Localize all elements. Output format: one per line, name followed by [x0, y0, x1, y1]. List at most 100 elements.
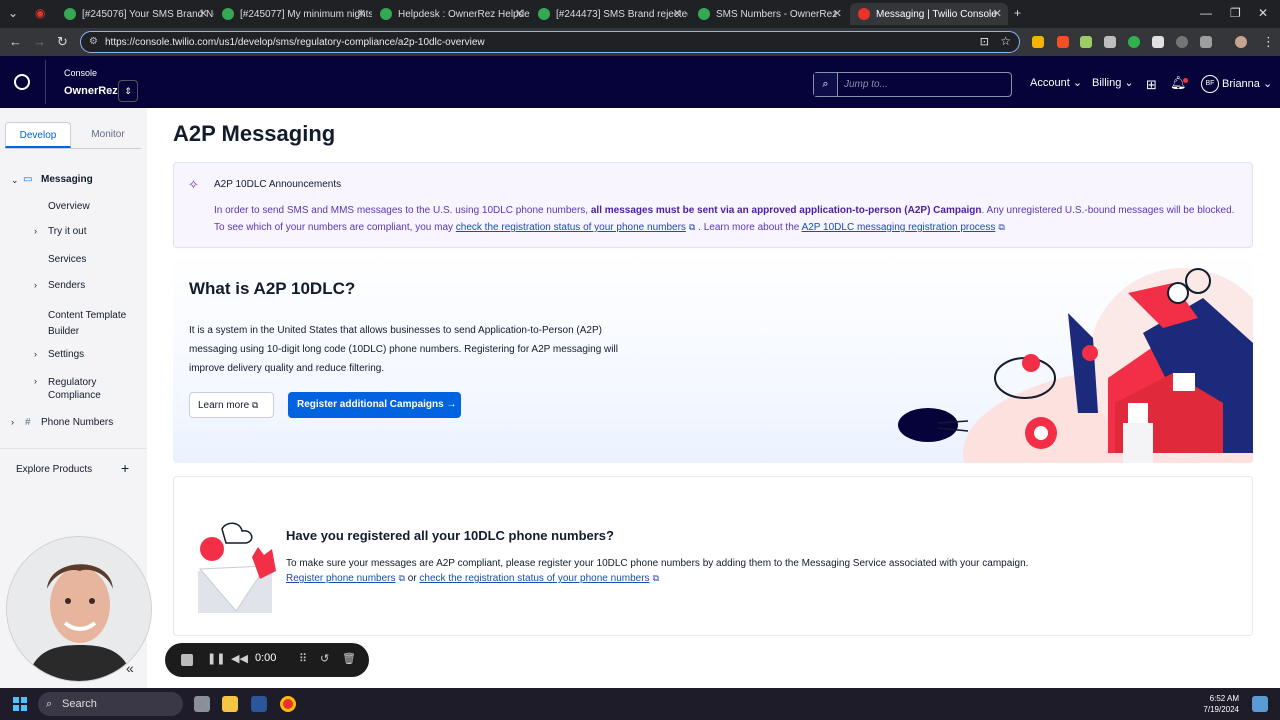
- sidebar-section-messaging[interactable]: Messaging: [41, 174, 93, 185]
- announcement-banner: ✧ A2P 10DLC Announcements In order to se…: [173, 162, 1253, 248]
- extension-icon[interactable]: [1080, 36, 1092, 48]
- task-view-icon[interactable]: [194, 696, 210, 712]
- avatar[interactable]: BF: [1201, 75, 1219, 93]
- tab-search-icon[interactable]: ⌄: [8, 6, 18, 20]
- sidebar-item-settings[interactable]: Settings: [48, 349, 84, 360]
- site-info-icon[interactable]: ⚙: [89, 36, 98, 47]
- taskbar-search[interactable]: ⌕ Search: [38, 692, 183, 716]
- address-bar[interactable]: ⚙ https://console.twilio.com/us1/develop…: [80, 31, 1020, 53]
- chevron-right-icon[interactable]: ›: [34, 349, 37, 359]
- grip-icon[interactable]: ⠿: [299, 652, 307, 665]
- chrome-icon[interactable]: [280, 696, 296, 712]
- messaging-icon: ▭: [23, 174, 33, 185]
- user-menu[interactable]: Brianna ⌄: [1222, 77, 1272, 90]
- browser-menu-icon[interactable]: ⋮: [1262, 34, 1275, 50]
- clock-time: 6:52 AM: [1209, 694, 1239, 703]
- close-icon[interactable]: ✕: [199, 7, 208, 20]
- sidebar-item-senders[interactable]: Senders: [48, 280, 85, 291]
- recorder-toolbar: ❚❚ ◀◀ 0:00 ⠿ ↺ 🗑︎: [165, 643, 369, 677]
- chevron-right-icon[interactable]: ›: [34, 280, 37, 290]
- account-menu[interactable]: Account ⌄: [1030, 76, 1082, 89]
- minimize-icon[interactable]: —: [1200, 6, 1212, 20]
- sidebar-item-try-it-out[interactable]: Try it out: [48, 226, 87, 237]
- copilot-icon[interactable]: [1252, 696, 1268, 712]
- sidebar-item-regulatory-compliance[interactable]: Regulatory Compliance: [48, 376, 128, 402]
- url-text: https://console.twilio.com/us1/develop/s…: [105, 36, 485, 48]
- browser-tab[interactable]: [#245077] My minimum nights ✕: [214, 3, 372, 25]
- browser-tab[interactable]: [#245076] Your SMS Brand Nee ✕: [56, 3, 214, 25]
- bookmark-star-icon[interactable]: ☆: [1000, 34, 1011, 48]
- tab-title: [#244473] SMS Brand rejected: [556, 8, 688, 20]
- close-icon[interactable]: ✕: [515, 7, 524, 20]
- windows-start-icon[interactable]: [13, 697, 27, 711]
- chevron-right-icon[interactable]: ›: [34, 376, 37, 386]
- account-switcher-icon[interactable]: ⇕: [118, 80, 138, 102]
- what-is-a2p-card: What is A2P 10DLC? It is a system in the…: [173, 253, 1253, 463]
- collapse-icon[interactable]: «: [126, 660, 134, 676]
- pause-icon[interactable]: ❚❚: [207, 652, 225, 665]
- learn-more-label: Learn more: [198, 400, 250, 411]
- tab-monitor[interactable]: Monitor: [78, 122, 138, 148]
- sidebar-item-services[interactable]: Services: [48, 254, 86, 265]
- close-icon[interactable]: ✕: [833, 7, 842, 20]
- learn-more-button[interactable]: Learn more ⧉: [189, 392, 274, 418]
- extension-icon[interactable]: [1057, 36, 1069, 48]
- clock[interactable]: 6:52 AM 7/19/2024: [1191, 693, 1239, 715]
- close-icon[interactable]: ✕: [673, 7, 682, 20]
- tab-favicon-icon: [698, 8, 710, 20]
- extension-icon[interactable]: [1152, 36, 1164, 48]
- reload-icon[interactable]: ↻: [57, 34, 68, 50]
- profile-avatar-icon[interactable]: [1235, 36, 1247, 48]
- billing-menu[interactable]: Billing ⌄: [1092, 76, 1134, 89]
- search-icon[interactable]: ⌕: [814, 73, 838, 96]
- file-explorer-icon[interactable]: [222, 696, 238, 712]
- extension-icon[interactable]: [1032, 36, 1044, 48]
- extensions-puzzle-icon[interactable]: [1200, 36, 1212, 48]
- tab-title: SMS Numbers - OwnerRez: [716, 8, 838, 20]
- twilio-logo-icon[interactable]: [14, 74, 30, 90]
- extension-icon[interactable]: [1176, 36, 1188, 48]
- browser-tab[interactable]: SMS Numbers - OwnerRez ✕: [690, 3, 848, 25]
- back-icon[interactable]: ←: [9, 34, 22, 49]
- extension-icon[interactable]: [1128, 36, 1140, 48]
- tab-favicon-icon: [64, 8, 76, 20]
- browser-tab[interactable]: Helpdesk : OwnerRez Helpdesk ✕: [372, 3, 530, 25]
- sidebar-item-phone-numbers[interactable]: Phone Numbers: [41, 417, 113, 428]
- window-close-icon[interactable]: ✕: [1258, 6, 1268, 20]
- trash-icon[interactable]: 🗑︎: [342, 652, 356, 665]
- stop-icon[interactable]: [181, 654, 193, 666]
- forward-icon[interactable]: →: [33, 34, 46, 49]
- plus-icon[interactable]: +: [121, 460, 129, 476]
- word-icon[interactable]: [251, 696, 267, 712]
- search-icon: ⌕: [46, 698, 53, 710]
- announcement-title: A2P 10DLC Announcements: [214, 179, 342, 190]
- external-link-icon: ⧉: [688, 222, 696, 232]
- new-tab-icon[interactable]: +: [1014, 6, 1021, 20]
- sidebar-item-content-template-builder[interactable]: Content Template Builder: [48, 308, 136, 340]
- restore-icon[interactable]: ❐: [1230, 6, 1241, 20]
- tab-develop[interactable]: Develop: [5, 122, 71, 148]
- close-icon[interactable]: ✕: [357, 7, 366, 20]
- register-campaigns-button[interactable]: Register additional Campaigns →: [288, 392, 461, 418]
- sidebar-item-overview[interactable]: Overview: [48, 201, 90, 212]
- register-phone-numbers-link[interactable]: Register phone numbers: [286, 573, 396, 584]
- browser-tab[interactable]: [#244473] SMS Brand rejected ✕: [530, 3, 688, 25]
- chevron-right-icon[interactable]: ›: [34, 226, 37, 236]
- close-icon[interactable]: ✕: [993, 7, 1002, 20]
- registration-process-link[interactable]: A2P 10DLC messaging registration process: [802, 222, 996, 233]
- search-input[interactable]: [844, 73, 1004, 96]
- tab-title: Helpdesk : OwnerRez Helpdesk: [398, 8, 530, 20]
- browser-tab-active[interactable]: Messaging | Twilio Console ✕: [850, 3, 1008, 25]
- registration-status-link[interactable]: check the registration status of your ph…: [456, 222, 686, 233]
- account-name[interactable]: OwnerRez: [64, 85, 118, 97]
- install-icon[interactable]: ⊡: [980, 35, 989, 48]
- apps-grid-icon[interactable]: ⊞: [1146, 77, 1157, 93]
- check-registration-status-link[interactable]: check the registration status of your ph…: [419, 573, 649, 584]
- rewind-icon[interactable]: ◀◀: [231, 652, 248, 665]
- explore-products[interactable]: Explore Products: [16, 464, 92, 475]
- flag-icon[interactable]: [1104, 36, 1116, 48]
- restart-icon[interactable]: ↺: [320, 652, 329, 665]
- chevron-right-icon[interactable]: ›: [11, 417, 14, 427]
- jump-to-search: ⌕: [813, 72, 1012, 97]
- chevron-down-icon[interactable]: ⌄: [11, 175, 19, 186]
